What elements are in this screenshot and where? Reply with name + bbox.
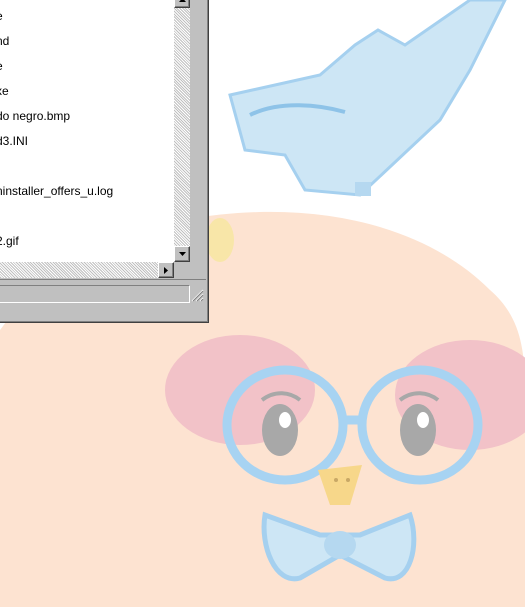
file-name: 2.gif xyxy=(0,234,19,248)
triangle-up-icon xyxy=(179,0,186,2)
triangle-right-icon xyxy=(164,267,168,274)
file-item[interactable]: p xyxy=(0,0,3,4)
file-item[interactable]: nd xyxy=(0,33,9,49)
horizontal-scrollbar[interactable] xyxy=(0,262,174,278)
file-item[interactable]: xe xyxy=(0,83,9,99)
file-name: nd xyxy=(0,34,10,48)
mascot-ear xyxy=(206,218,234,262)
scrollbar-corner xyxy=(174,262,190,278)
file-name: e xyxy=(0,8,3,24)
scroll-right-button[interactable] xyxy=(158,262,174,278)
file-item[interactable]: e xyxy=(0,58,3,74)
file-name: xe xyxy=(0,84,9,98)
resize-grip-icon[interactable] xyxy=(190,288,204,302)
file-name: d3.INI xyxy=(0,134,29,148)
scroll-down-button[interactable] xyxy=(174,246,190,262)
file-item[interactable]: e xyxy=(0,8,3,24)
file-item[interactable]: 2.gif xyxy=(0,233,19,249)
vertical-scrollbar[interactable] xyxy=(174,0,190,262)
file-item[interactable]: ninstaller_offers_u.log xyxy=(0,183,113,199)
file-name: do negro.bmp xyxy=(0,109,71,123)
mascot-right-eye xyxy=(400,404,436,456)
file-name: ninstaller_offers_u.log xyxy=(0,184,114,198)
file-list[interactable]: p e nd e xe do negro.bmp d3.INI ninstall… xyxy=(0,0,175,262)
file-item[interactable]: d3.INI xyxy=(0,133,28,149)
scroll-up-button[interactable] xyxy=(174,0,190,8)
file-name: e xyxy=(0,58,3,74)
triangle-down-icon xyxy=(179,252,186,256)
file-name: p xyxy=(0,0,3,4)
file-item[interactable]: do negro.bmp xyxy=(0,108,70,124)
mascot-hat xyxy=(228,0,507,197)
status-pane xyxy=(0,285,190,303)
status-bar xyxy=(0,279,206,305)
mascot-left-eye xyxy=(262,404,298,456)
explorer-window: p e nd e xe do negro.bmp d3.INI ninstall… xyxy=(0,0,209,323)
